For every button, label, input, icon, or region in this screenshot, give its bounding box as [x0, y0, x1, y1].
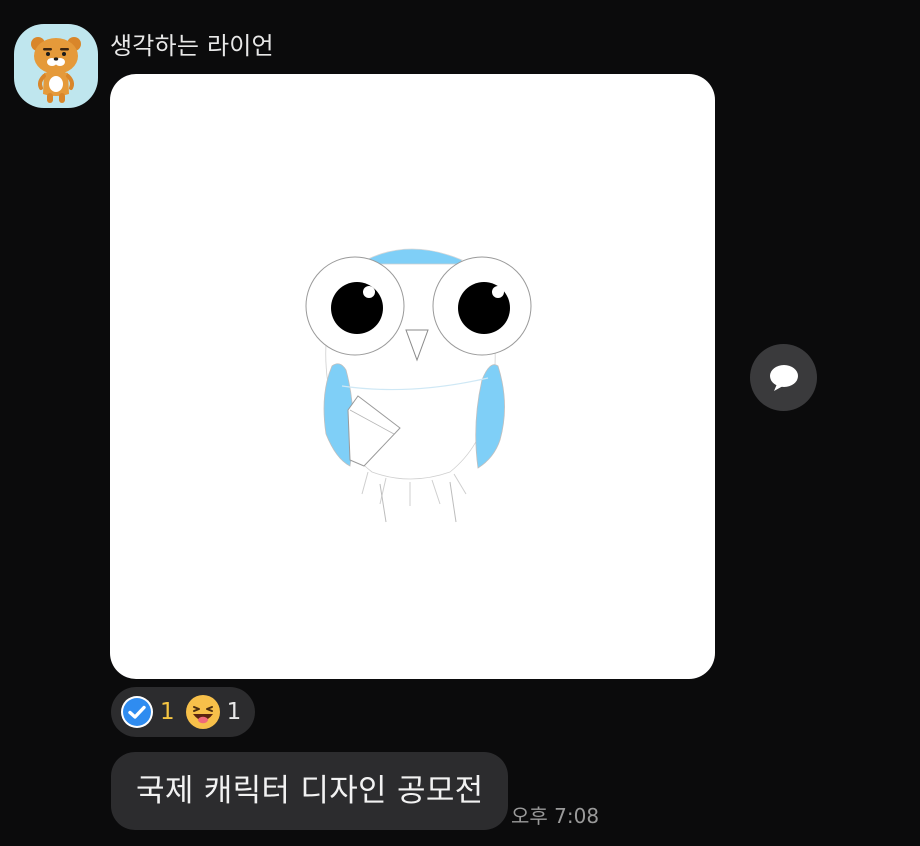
text-message-bubble[interactable]: 국제 캐릭터 디자인 공모전: [111, 752, 509, 830]
grinning-tongue-emoji-icon: [185, 695, 220, 729]
ryan-character-icon: [31, 37, 81, 103]
reactions-bar[interactable]: 1 1: [111, 687, 256, 737]
sender-name: 생각하는 라이언: [110, 32, 274, 60]
reaction-count: 1: [226, 699, 242, 725]
reaction-count: 1: [160, 699, 175, 725]
reaction-check[interactable]: 1: [120, 695, 175, 729]
comment-button[interactable]: [750, 344, 817, 411]
reaction-laugh[interactable]: 1: [185, 694, 242, 730]
message-timestamp: 오후 7:08: [511, 804, 600, 828]
sender-avatar[interactable]: [14, 24, 98, 108]
message-text: 국제 캐릭터 디자인 공모전: [136, 773, 484, 809]
comment-bubble-icon: [769, 364, 798, 391]
check-reaction-icon: [121, 696, 153, 728]
chat-screen: 생각하는 라이언 1 1 국제 캐릭터 디자인 공모전 오후 7:08: [0, 0, 920, 846]
image-message[interactable]: [110, 74, 715, 679]
owl-character-illustration: [305, 248, 532, 523]
